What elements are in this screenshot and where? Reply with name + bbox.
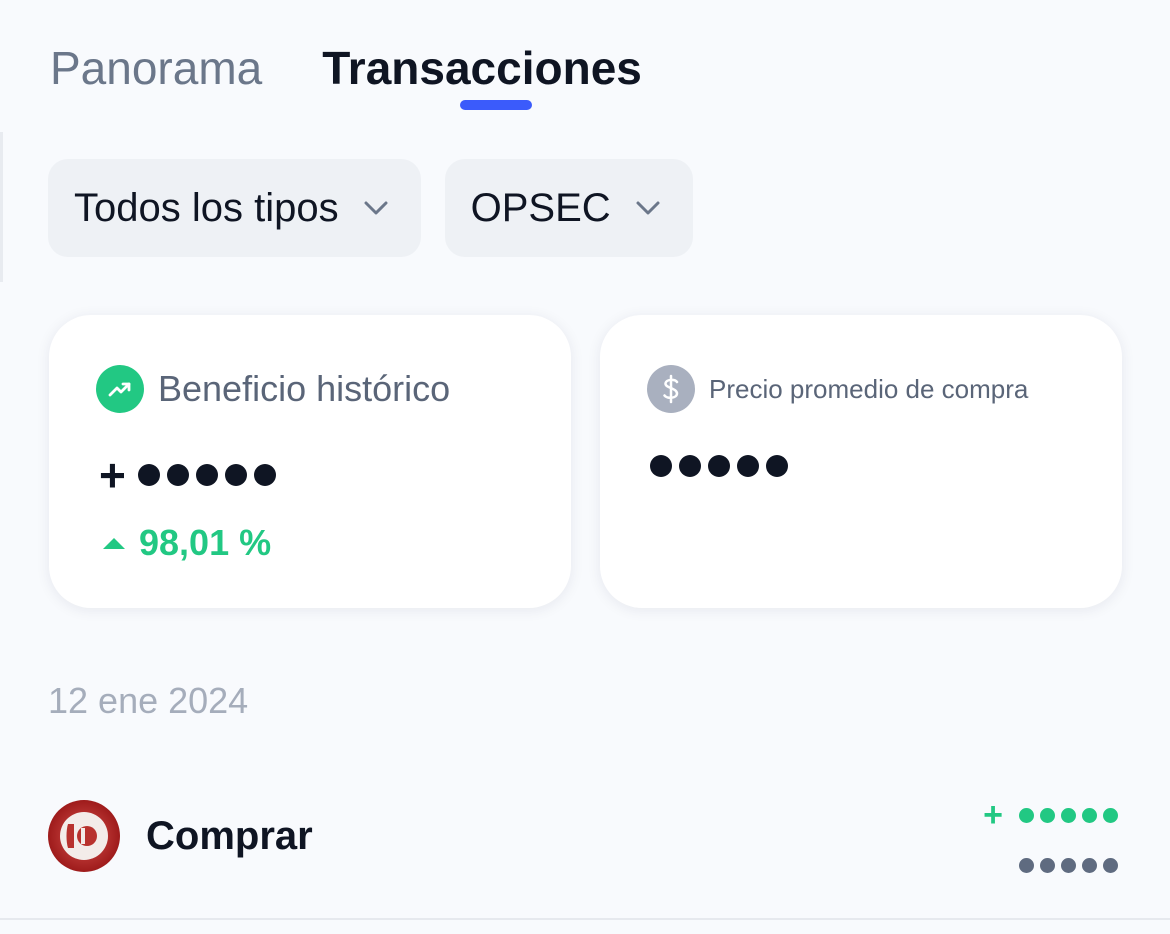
asset-filter-dropdown[interactable]: OPSEC: [444, 159, 693, 257]
tab-panorama[interactable]: Panorama: [50, 38, 262, 98]
average-price-title: Precio promedio de compra: [709, 373, 1029, 404]
caret-up-icon: [103, 537, 125, 549]
historical-profit-header: Beneficio histórico: [96, 365, 450, 413]
dollar-icon: [647, 365, 695, 413]
list-divider: [0, 918, 1170, 920]
left-edge-divider: [0, 132, 3, 282]
average-price-card[interactable]: Precio promedio de compra: [600, 315, 1122, 608]
type-filter-dropdown[interactable]: Todos los tipos: [48, 159, 421, 257]
opsec-token-logo: [48, 800, 120, 872]
average-price-value: [650, 455, 795, 477]
transaction-value: [1013, 858, 1118, 873]
active-tab-indicator: [460, 100, 533, 110]
chevron-down-icon: [363, 195, 389, 221]
transaction-row[interactable]: Comprar +: [0, 770, 1170, 920]
chevron-down-icon: [635, 195, 661, 221]
tab-transacciones[interactable]: Transacciones: [322, 38, 642, 110]
asset-filter-label: OPSEC: [470, 185, 611, 230]
tab-bar: Panorama Transacciones: [50, 38, 642, 110]
historical-profit-title: Beneficio histórico: [158, 368, 451, 409]
type-filter-label: Todos los tipos: [74, 185, 339, 230]
masked-dots: [137, 464, 283, 486]
trending-up-icon: [96, 365, 144, 413]
profit-change-percent: 98,01 %: [139, 522, 272, 563]
profit-change: 98,01 %: [103, 522, 271, 564]
historical-profit-value: +: [99, 449, 283, 501]
transaction-date-header: 12 ene 2024: [48, 680, 249, 721]
plus-sign: +: [983, 796, 1003, 834]
plus-sign: +: [99, 449, 126, 501]
transaction-amount: +: [983, 796, 1118, 834]
filter-bar: Todos los tipos OPSEC: [48, 159, 717, 257]
tab-transacciones-label: Transacciones: [322, 42, 642, 94]
historical-profit-card[interactable]: Beneficio histórico + 98,01 %: [49, 315, 571, 608]
masked-dots: [650, 455, 795, 477]
transaction-type: Comprar: [146, 814, 313, 858]
average-price-header: Precio promedio de compra: [647, 365, 1028, 413]
